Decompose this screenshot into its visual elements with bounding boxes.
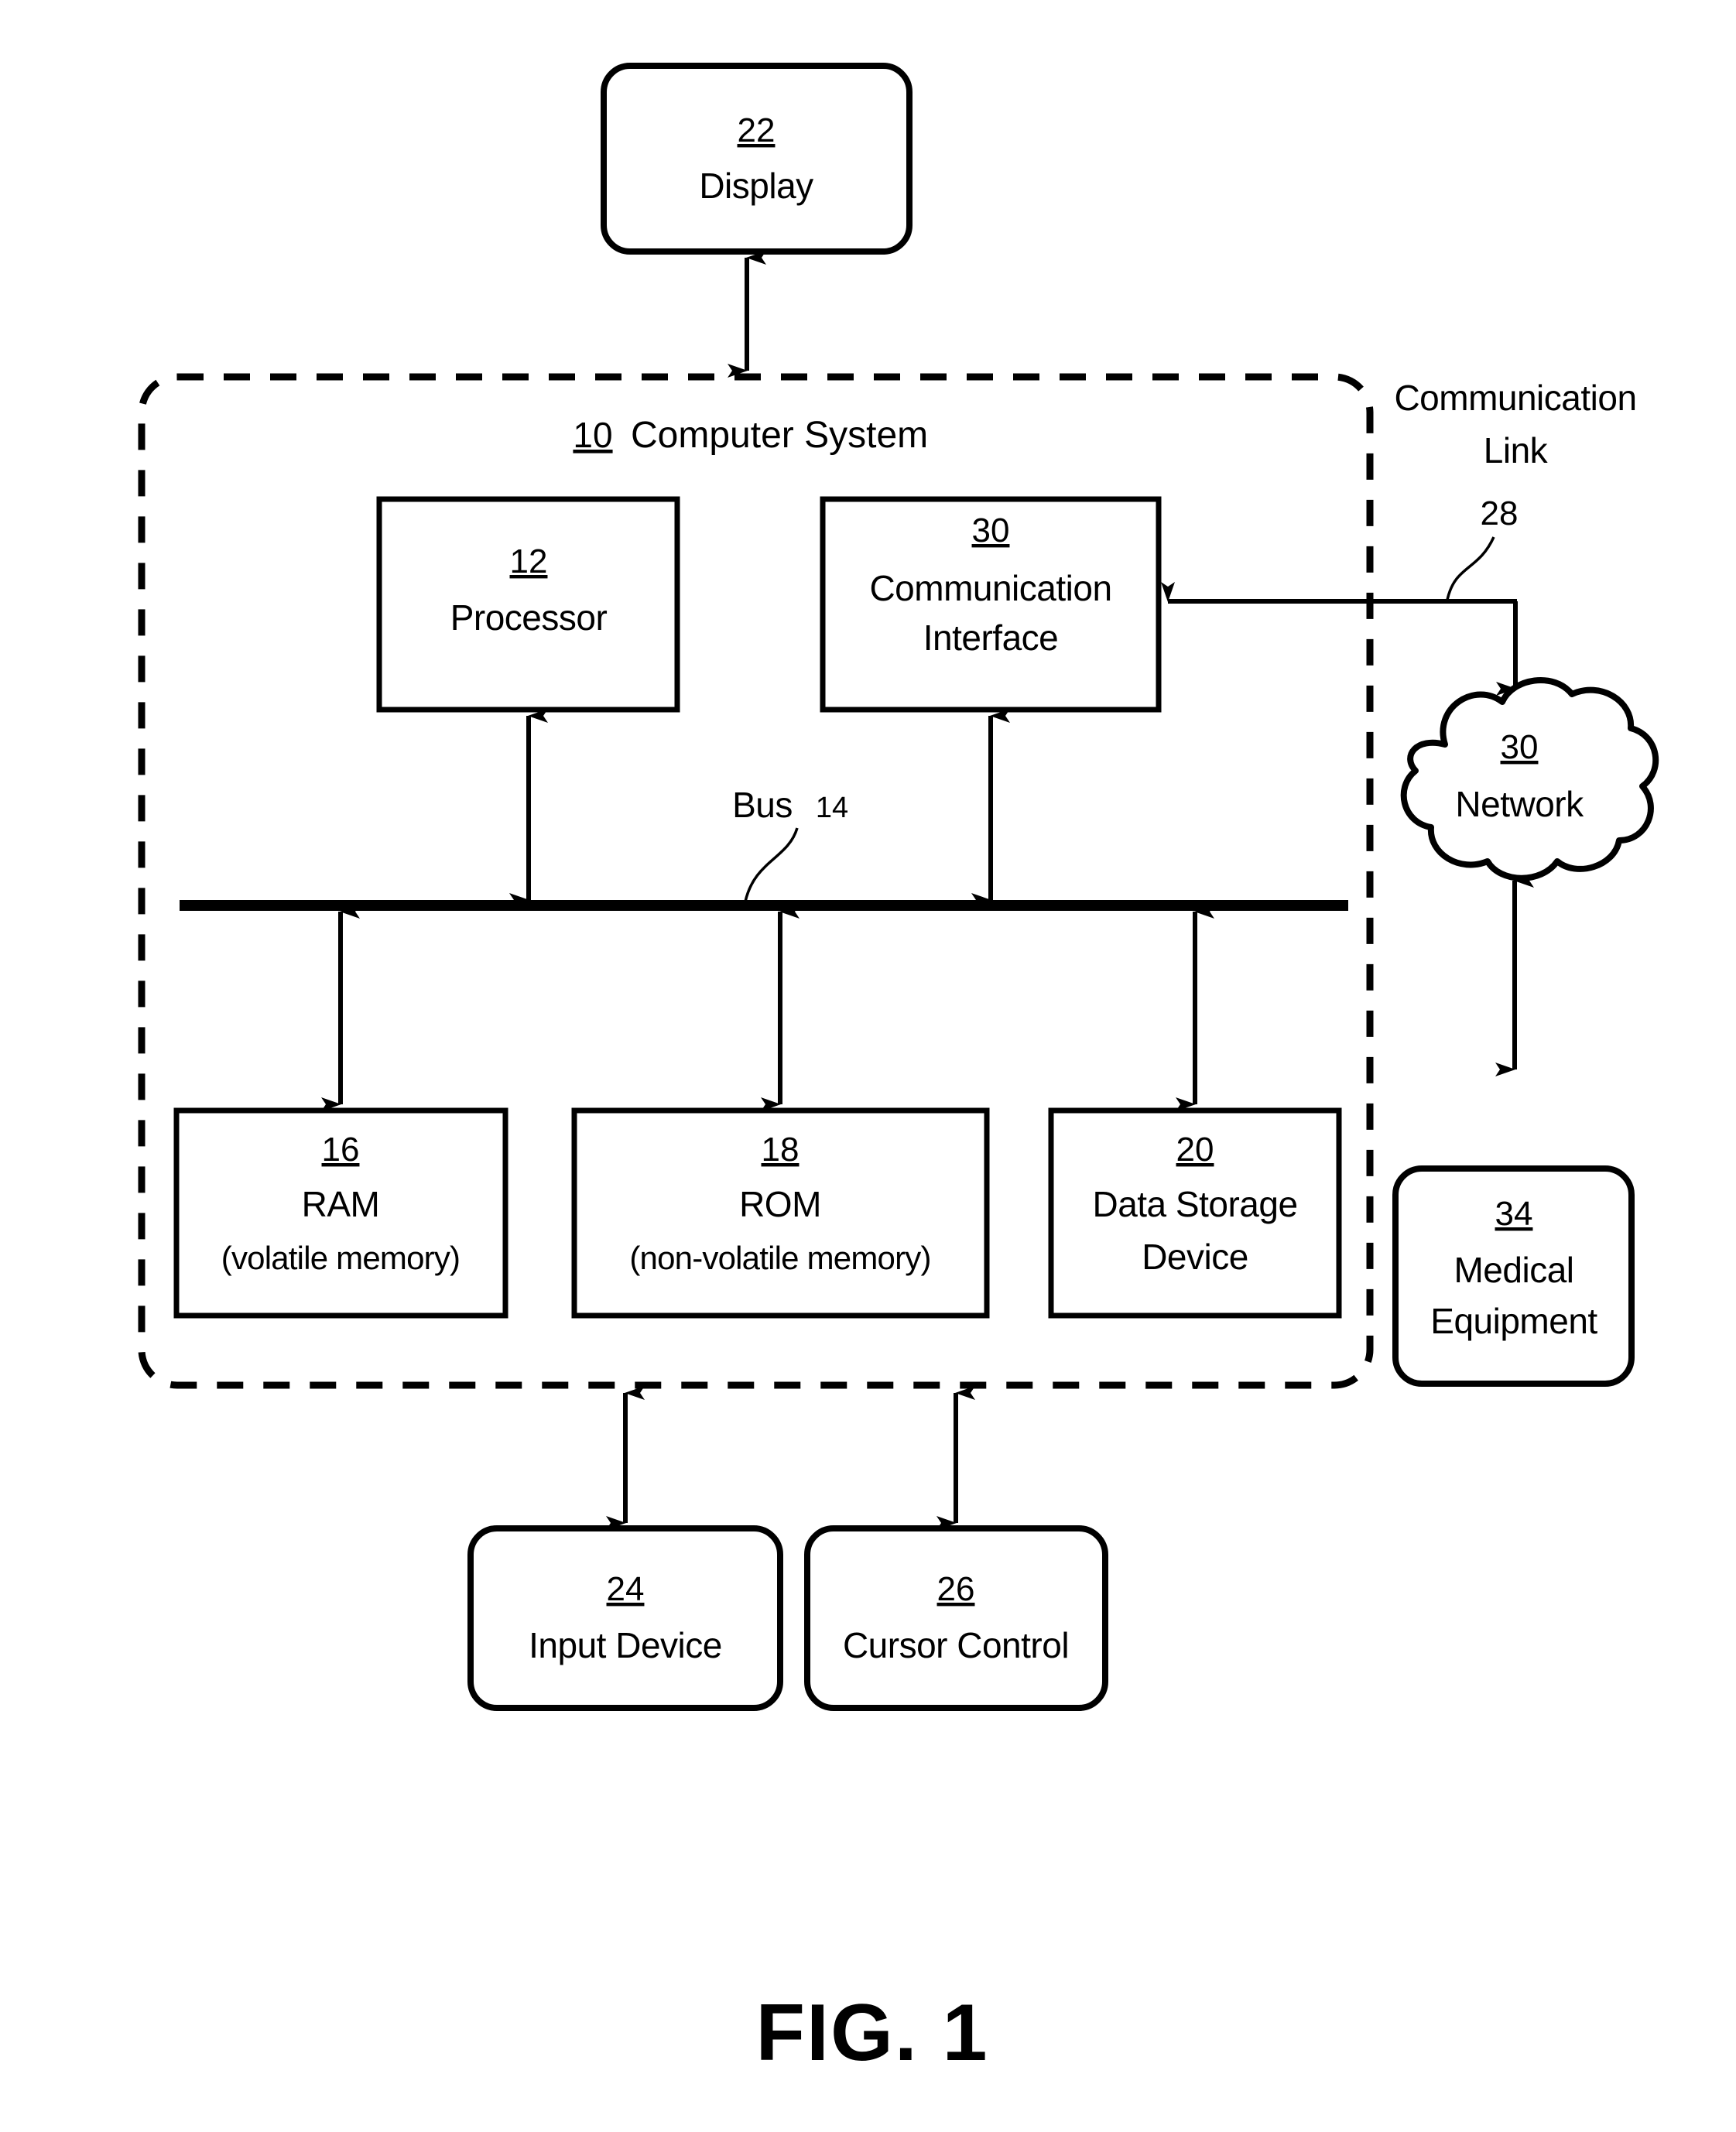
computer-system-label-text: Computer System [631, 415, 928, 456]
input-device-label: Input Device [529, 1625, 722, 1665]
communication-link-leader [1446, 536, 1495, 601]
display-ref: 22 [738, 111, 776, 149]
block-processor[interactable]: 12 Processor [376, 496, 680, 713]
rom-ref: 18 [762, 1131, 800, 1169]
display-label: Display [699, 166, 813, 206]
display-box[interactable] [601, 63, 913, 255]
bus-label-text: Bus [732, 785, 793, 825]
data-storage-device-label-line2: Device [1142, 1237, 1248, 1277]
network-cloud-shape[interactable] [1400, 677, 1659, 881]
input-device-box[interactable] [467, 1525, 783, 1711]
communication-link-line2: Link [1484, 430, 1549, 471]
block-cursor-control[interactable]: 26 Cursor Control [804, 1525, 1108, 1711]
data-storage-device-ref: 20 [1176, 1131, 1214, 1169]
bus-label: Bus 14 [732, 785, 848, 825]
bus-leader-line [744, 827, 799, 902]
network-ref: 30 [1501, 728, 1539, 766]
block-data-storage-device[interactable]: 20 Data Storage Device [1048, 1107, 1342, 1319]
cursor-control-label: Cursor Control [843, 1625, 1069, 1665]
network-label: Network [1455, 784, 1584, 824]
communication-interface-ref: 30 [972, 512, 1010, 549]
figure-canvas: 10 Computer System 22 Display 12 Process… [138, 63, 1659, 2078]
patent-figure: 10 Computer System 22 Display 12 Process… [0, 0, 1736, 2132]
processor-label: Processor [450, 597, 608, 638]
communication-interface-label-line1: Communication [869, 568, 1111, 608]
block-rom[interactable]: 18 ROM (non-volatile memory) [571, 1107, 990, 1319]
computer-system-label: 10 Computer System [573, 415, 928, 456]
cursor-control-ref: 26 [937, 1570, 975, 1608]
data-storage-device-label-line1: Data Storage [1092, 1184, 1297, 1224]
processor-ref: 12 [510, 542, 548, 580]
communication-link-ref: 28 [1481, 495, 1519, 532]
communication-link-label: Communication Link 28 [1394, 378, 1637, 532]
block-input-device[interactable]: 24 Input Device [467, 1525, 783, 1711]
bus-ref: 14 [816, 792, 848, 824]
rom-label-line2: (non-volatile memory) [629, 1240, 930, 1276]
computer-system-ref: 10 [573, 415, 612, 455]
medical-equipment-label-line1: Medical [1454, 1250, 1573, 1290]
figure-caption: FIG. 1 [756, 1988, 989, 2078]
ram-label-line1: RAM [302, 1184, 380, 1224]
ram-label-line2: (volatile memory) [221, 1240, 460, 1276]
block-ram[interactable]: 16 RAM (volatile memory) [173, 1107, 508, 1319]
medical-equipment-ref: 34 [1495, 1195, 1533, 1233]
block-medical-equipment[interactable]: 34 Medical Equipment [1392, 1165, 1635, 1387]
communication-link-line1: Communication [1394, 378, 1636, 418]
communication-interface-label-line2: Interface [923, 618, 1059, 658]
block-display[interactable]: 22 Display [601, 63, 913, 255]
cursor-control-box[interactable] [804, 1525, 1108, 1711]
medical-equipment-label-line2: Equipment [1430, 1301, 1597, 1341]
block-network[interactable]: 30 Network [1400, 677, 1659, 881]
ram-ref: 16 [322, 1131, 360, 1169]
block-communication-interface[interactable]: 30 Communication Interface [820, 496, 1162, 713]
rom-label-line1: ROM [739, 1184, 821, 1224]
input-device-ref: 24 [607, 1570, 645, 1608]
